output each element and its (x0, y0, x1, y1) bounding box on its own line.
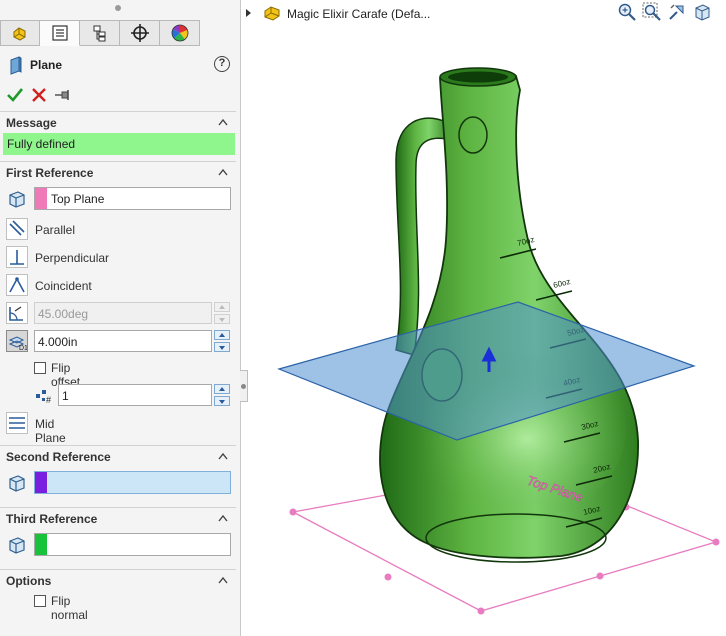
feature-manager-icon (13, 27, 26, 41)
previous-view-icon (669, 4, 684, 20)
property-manager-panel: Plane ? Message Fully defined First Refe… (0, 0, 241, 636)
keep-visible-button[interactable] (54, 86, 72, 104)
help-icon[interactable]: ? (214, 56, 230, 72)
property-manager-icon (51, 25, 68, 41)
chevron-up-icon (218, 452, 228, 460)
previous-view-button[interactable] (667, 2, 687, 22)
heads-up-view-toolbar (617, 2, 712, 24)
first-reference-label: First Reference (6, 166, 94, 180)
parallel-icon (6, 218, 28, 240)
message-group-header[interactable]: Message (0, 111, 236, 131)
angle-input[interactable]: 45.00deg (34, 302, 212, 324)
scale-label: 60oz (552, 277, 571, 290)
color-wheel-icon (171, 24, 188, 42)
perpendicular-label: Perpendicular (35, 251, 110, 265)
instances-input[interactable]: 1 (58, 384, 212, 406)
coincident-label: Coincident (35, 279, 92, 293)
mid-plane-label: Mid Plane (35, 417, 66, 445)
status-message: Fully defined (3, 133, 235, 155)
close-icon (32, 88, 46, 102)
chevron-up-icon (218, 576, 228, 584)
flip-normal-checkbox[interactable] (34, 595, 46, 607)
third-reference-group-header[interactable]: Third Reference (0, 507, 236, 527)
instances-icon: # (36, 390, 51, 404)
expand-arrow-icon[interactable] (246, 9, 251, 17)
page-title: Plane (30, 58, 63, 72)
display-manager-tab[interactable] (160, 20, 200, 46)
angle-icon[interactable] (6, 302, 28, 324)
second-reference-group-header[interactable]: Second Reference (0, 445, 236, 465)
angle-stepper[interactable] (214, 302, 230, 324)
svg-text:D1: D1 (19, 345, 27, 351)
plane-icon (10, 56, 22, 75)
manager-tabs (0, 20, 200, 46)
configuration-manager-tab[interactable] (80, 20, 120, 46)
carafe-opening (448, 71, 508, 83)
flip-offset-checkbox[interactable] (34, 362, 46, 374)
section-view-icon (695, 4, 710, 21)
reference-color-swatch (35, 472, 47, 493)
third-reference-field[interactable] (34, 533, 231, 556)
coincident-icon (6, 274, 28, 296)
zoom-to-area-button[interactable] (642, 2, 662, 22)
first-reference-field[interactable]: Top Plane (34, 187, 231, 210)
offset-distance-icon[interactable]: D1 (6, 330, 28, 352)
feature-manager-tab[interactable] (0, 20, 40, 46)
reference-color-swatch (35, 188, 47, 209)
zoom-to-area-icon (642, 2, 661, 21)
action-buttons (6, 86, 72, 104)
second-reference-label: Second Reference (6, 450, 111, 464)
reference-color-swatch (35, 534, 47, 555)
property-manager-tab[interactable] (40, 20, 80, 46)
pushpin-icon (55, 90, 69, 100)
configuration-manager-icon (93, 25, 105, 42)
chevron-up-icon (218, 168, 228, 176)
first-reference-group-header[interactable]: First Reference (0, 161, 236, 181)
dimxpert-manager-tab[interactable] (120, 20, 160, 46)
distance-input[interactable]: 4.000in (34, 330, 212, 352)
checkmark-icon (7, 88, 24, 102)
flip-normal-label: Flip normal (51, 594, 88, 622)
distance-stepper[interactable] (214, 330, 230, 352)
options-group-header[interactable]: Options (0, 569, 236, 589)
model-name: Magic Elixir Carafe (Defa... (287, 7, 431, 21)
chevron-up-icon (218, 118, 228, 126)
message-group-label: Message (6, 116, 57, 130)
property-manager-header: Plane ? (0, 52, 240, 78)
svg-text:#: # (46, 395, 51, 404)
zoom-to-fit-button[interactable] (617, 2, 637, 22)
reference-entity-icon (9, 475, 25, 492)
instances-stepper[interactable] (214, 384, 230, 406)
ok-button[interactable] (6, 86, 24, 104)
cancel-button[interactable] (30, 86, 48, 104)
first-reference-value: Top Plane (51, 192, 105, 206)
reference-entity-icon (9, 191, 25, 208)
part-icon (264, 6, 280, 21)
reference-entity-icon (9, 537, 25, 554)
second-reference-field[interactable] (34, 471, 231, 494)
mid-plane-icon (6, 412, 28, 434)
section-view-button[interactable] (692, 2, 712, 22)
crosshair-icon (130, 24, 149, 42)
graphics-viewport[interactable]: 70oz60oz50oz40oz30oz20oz10oz Top Plane (246, 30, 726, 636)
chevron-up-icon (218, 514, 228, 522)
panel-grip[interactable] (115, 5, 121, 11)
perpendicular-icon (6, 246, 28, 268)
parallel-label: Parallel (35, 223, 76, 237)
zoom-to-fit-icon (618, 3, 636, 21)
third-reference-label: Third Reference (6, 512, 98, 526)
options-label: Options (6, 574, 52, 588)
